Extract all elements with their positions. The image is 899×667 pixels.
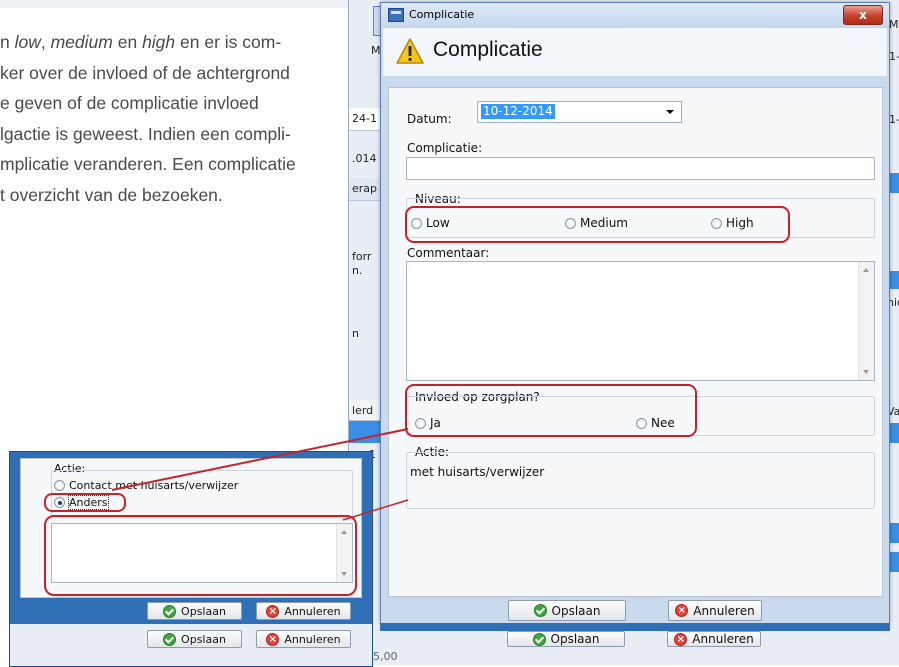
window-title: Complicatie bbox=[409, 8, 475, 21]
background-save-button[interactable]: Opslaan bbox=[507, 631, 625, 647]
complicatie-label: Complicatie: bbox=[407, 141, 483, 155]
actie-group bbox=[406, 452, 875, 509]
scroll-up-icon[interactable] bbox=[863, 268, 869, 272]
bg-text-fragment: forr bbox=[352, 250, 372, 263]
invloed-highlight bbox=[405, 384, 697, 437]
dialog-header: Complicatie bbox=[383, 28, 887, 76]
manual-text: n low, medium en high en er is com- ker … bbox=[0, 27, 360, 210]
bg-text-fragment: 1- bbox=[889, 50, 899, 63]
bg-selected-row-right bbox=[889, 523, 899, 543]
inset-actie-panel: Actie: Contact met huisarts/verwijzer An… bbox=[20, 458, 362, 598]
inset-contact-radio[interactable]: Contact met huisarts/verwijzer bbox=[54, 479, 238, 492]
close-circle-icon: × bbox=[266, 632, 280, 646]
bg-text-fragment: .014 bbox=[352, 152, 377, 165]
inset-cancel-button-2[interactable]: × Annuleren bbox=[256, 630, 351, 648]
datum-picker[interactable]: 10-12-2014 bbox=[477, 101, 682, 123]
window-icon bbox=[388, 8, 404, 22]
dialog-content: Datum: 10-12-2014 Complicatie: Niveau: L… bbox=[388, 87, 883, 597]
inset-save-button-2[interactable]: Opslaan bbox=[147, 630, 242, 648]
inset-lower-area: Opslaan × Annuleren bbox=[10, 624, 372, 666]
manual-line-6: t overzicht van de bezoeken. bbox=[0, 184, 223, 205]
bg-text-fragment: 1- bbox=[889, 113, 899, 126]
bg-text-fragment: lerd bbox=[352, 404, 374, 417]
complicatie-input[interactable] bbox=[406, 157, 875, 180]
complicatie-dialog: Complicatie x Complicatie Datum: 10-12-2… bbox=[380, 2, 890, 624]
datum-label: Datum: bbox=[407, 112, 452, 126]
save-button[interactable]: Opslaan bbox=[508, 600, 626, 621]
actie-option-contact-partial[interactable]: met huisarts/verwijzer bbox=[410, 465, 544, 479]
inset-save-button[interactable]: Opslaan bbox=[147, 602, 242, 620]
manual-line-5: mplicatie veranderen. Een complicatie bbox=[0, 154, 296, 174]
checkmark-icon bbox=[532, 632, 546, 646]
bg-text-fragment: n. bbox=[352, 264, 363, 277]
bg-selected-row-right bbox=[889, 173, 899, 193]
radio-button-icon[interactable] bbox=[54, 480, 65, 491]
close-circle-icon: × bbox=[266, 604, 280, 618]
zoom-inset: Actie: Contact met huisarts/verwijzer An… bbox=[9, 451, 373, 667]
background-button-bar bbox=[380, 623, 890, 631]
commentaar-scrollbar[interactable] bbox=[858, 262, 874, 380]
dialog-heading: Complicatie bbox=[433, 38, 543, 61]
bg-selected-row[interactable] bbox=[349, 421, 381, 443]
commentaar-textarea[interactable] bbox=[406, 261, 875, 381]
checkmark-icon bbox=[163, 632, 177, 646]
bg-text-fragment: n bbox=[352, 327, 359, 340]
background-cancel-button[interactable]: × Annuleren bbox=[667, 631, 761, 647]
checkmark-icon bbox=[533, 604, 547, 617]
datum-value: 10-12-2014 bbox=[481, 104, 555, 119]
dropdown-arrow-icon[interactable] bbox=[666, 110, 674, 114]
manual-line-3: e geven of de complicatie invloed bbox=[0, 93, 259, 113]
manual-line-1: n low, medium en high en er is com- bbox=[0, 32, 282, 52]
commentaar-label: Commentaar: bbox=[407, 246, 490, 260]
inset-cancel-button[interactable]: × Annuleren bbox=[256, 602, 351, 620]
bg-text-fragment: 24-1 bbox=[352, 112, 377, 125]
close-circle-icon: × bbox=[675, 604, 689, 617]
manual-line-2: ker over de invloed of de achtergrond bbox=[0, 62, 290, 83]
close-button[interactable]: x bbox=[843, 5, 883, 25]
bg-selected-row-right bbox=[889, 423, 899, 443]
bg-text-fragment: M bbox=[889, 18, 899, 31]
page-header-band bbox=[0, 0, 380, 8]
niveau-highlight bbox=[405, 206, 790, 243]
bg-selected-row-right bbox=[889, 552, 899, 572]
warning-icon bbox=[396, 38, 424, 64]
manual-line-4: lgactie is geweest. Indien een compli- bbox=[0, 123, 291, 144]
inset-textarea-highlight bbox=[44, 515, 357, 596]
bg-selected-row-right bbox=[889, 271, 899, 289]
dialog-titlebar[interactable]: Complicatie x bbox=[381, 3, 889, 28]
bg-text-fragment: erap bbox=[352, 182, 378, 195]
scroll-down-icon[interactable] bbox=[863, 370, 869, 374]
close-circle-icon: × bbox=[674, 632, 688, 646]
inset-anders-highlight bbox=[44, 493, 126, 512]
cancel-button[interactable]: × Annuleren bbox=[668, 600, 762, 621]
checkmark-icon bbox=[163, 604, 177, 618]
